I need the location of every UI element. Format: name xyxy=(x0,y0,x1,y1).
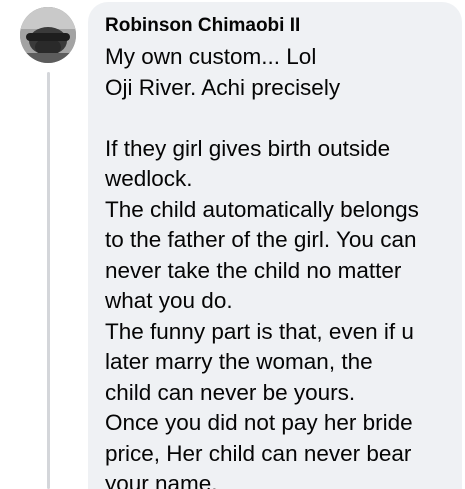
profile-photo-icon xyxy=(20,7,76,63)
comment-author-name[interactable]: Robinson Chimaobi II xyxy=(105,14,300,38)
avatar[interactable] xyxy=(20,7,76,63)
comment-body: My own custom... Lol Oji River. Achi pre… xyxy=(105,42,455,489)
reply-thread-line xyxy=(47,72,50,489)
comment-line: Once you did not pay her bride xyxy=(105,410,413,435)
comment-line: The child automatically belongs xyxy=(105,196,419,222)
comment-line: The funny part is that, even if u xyxy=(105,318,414,344)
comment-line: what you do. xyxy=(105,288,233,313)
comment-line: your name. xyxy=(105,471,218,489)
comment-line: child can never be yours. xyxy=(105,379,356,405)
comment-line: price, Her child can never bear xyxy=(105,440,412,466)
comment-line: wedlock. xyxy=(105,166,193,191)
comment-line: Oji River. Achi precisely xyxy=(105,74,341,100)
comment-line: later marry the woman, the xyxy=(105,349,373,374)
comment-line xyxy=(105,103,455,134)
comment-line: never take the child no matter xyxy=(105,257,402,283)
comment-screen: Robinson Chimaobi II My own custom... Lo… xyxy=(0,0,465,489)
comment-line: My own custom... Lol xyxy=(105,44,317,69)
comment-line: to the father of the girl. You can xyxy=(105,227,417,252)
comment-line: If they girl gives birth outside xyxy=(105,135,391,161)
